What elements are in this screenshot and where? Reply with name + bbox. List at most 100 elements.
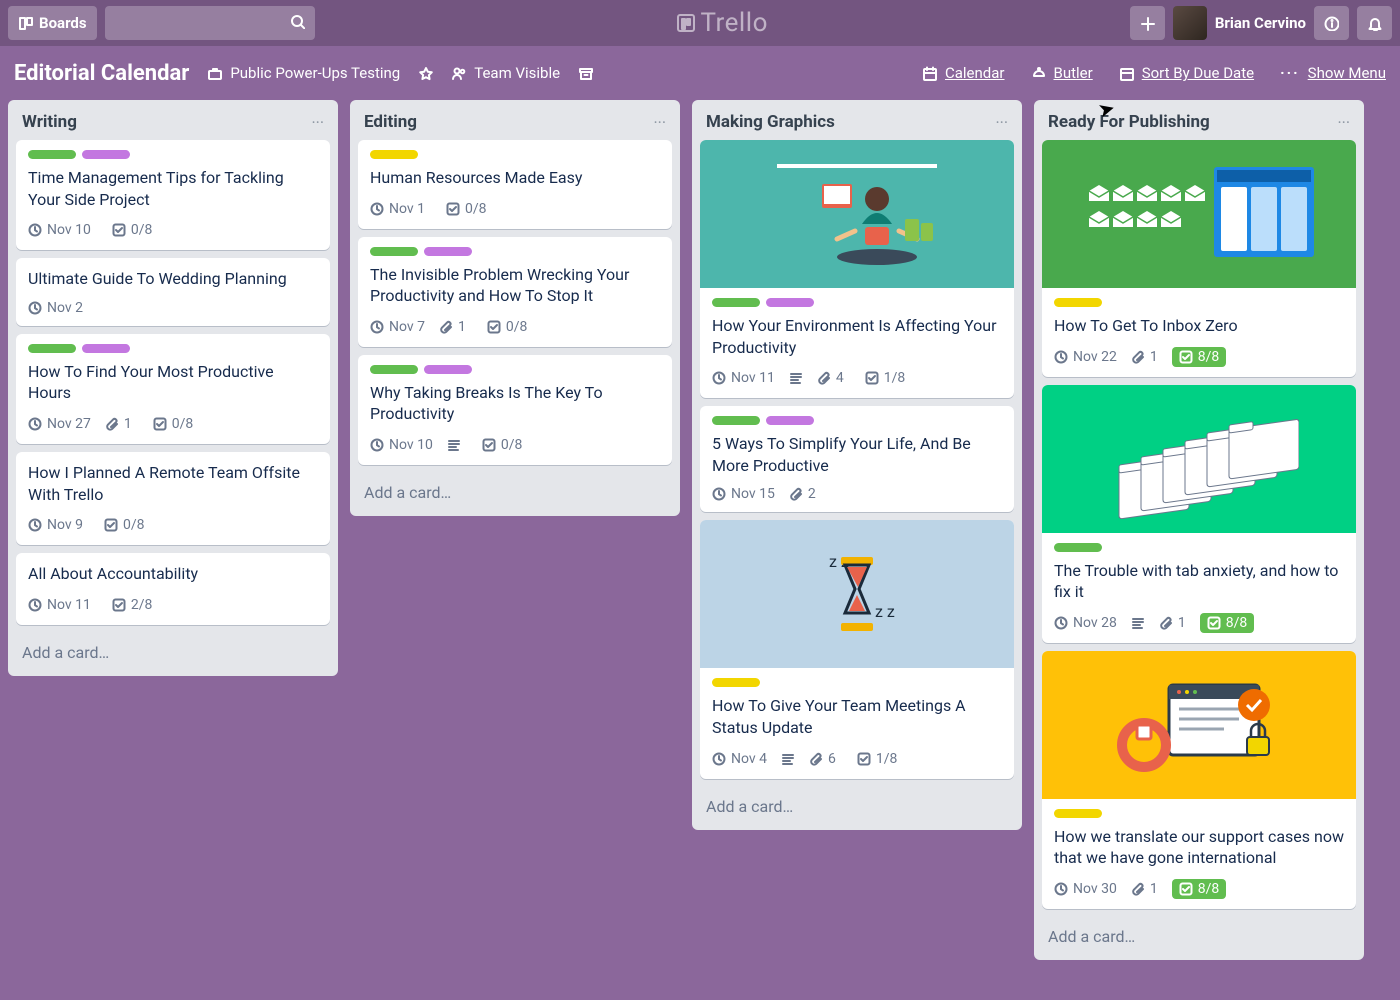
create-button[interactable] — [1130, 6, 1165, 40]
card-cover: z zz z — [700, 520, 1014, 668]
card-badges: Nov 1 0/8 — [370, 199, 660, 219]
top-nav: Boards Trello Brian Cervino — [0, 0, 1400, 46]
card[interactable]: Time Management Tips for Tackling Your S… — [16, 140, 330, 250]
checklist-badge: 2/8 — [105, 595, 160, 615]
plus-icon — [1140, 16, 1155, 31]
due-date-badge: Nov 2 — [28, 300, 83, 316]
archive-button[interactable] — [578, 66, 593, 81]
due-date-badge: Nov 1 — [370, 201, 425, 217]
card-badges: Nov 1141/8 — [712, 368, 1002, 388]
checklist-badge: 0/8 — [146, 414, 201, 434]
attachment-badge: 1 — [105, 416, 132, 432]
description-badge — [789, 371, 803, 385]
list-header: Editing ··· — [350, 100, 680, 140]
card-badges: Nov 90/8 — [28, 515, 318, 535]
calendar-button[interactable]: Calendar — [922, 64, 1005, 82]
description-badge — [447, 438, 461, 452]
list-title[interactable]: Making Graphics — [706, 112, 835, 132]
show-menu-button[interactable]: ··· Show Menu — [1280, 64, 1386, 82]
checklist-badge: 8/8 — [1172, 347, 1227, 367]
card-label — [766, 416, 814, 425]
boards-label: Boards — [39, 14, 87, 32]
add-card-button[interactable]: Add a card… — [350, 471, 680, 516]
ellipsis-icon: ··· — [1280, 64, 1300, 82]
card[interactable]: How To Get To Inbox ZeroNov 2218/8 — [1042, 140, 1356, 377]
card[interactable]: All About AccountabilityNov 112/8 — [16, 553, 330, 625]
list-header: Ready For Publishing ··· — [1034, 100, 1364, 140]
cards-container: How To Get To Inbox ZeroNov 2218/8The Tr… — [1034, 140, 1364, 915]
sort-button[interactable]: Sort By Due Date — [1119, 64, 1254, 82]
cards-container: How Your Environment Is Affecting Your P… — [692, 140, 1022, 785]
card-badges: Nov 2218/8 — [1054, 347, 1344, 367]
card-label — [712, 298, 760, 307]
card-label — [1054, 809, 1102, 818]
card-label — [766, 298, 814, 307]
svg-text:z z: z z — [875, 602, 895, 621]
add-card-button[interactable]: Add a card… — [692, 785, 1022, 830]
butler-link[interactable]: Butler — [1054, 64, 1093, 82]
list-menu-button[interactable]: ··· — [311, 113, 324, 132]
card-label — [424, 365, 472, 374]
org-button[interactable]: Public Power-Ups Testing — [207, 64, 400, 82]
board-title[interactable]: Editorial Calendar — [14, 61, 189, 86]
checklist-badge: 1/8 — [850, 749, 905, 769]
card-cover — [700, 140, 1014, 288]
card[interactable]: How Your Environment Is Affecting Your P… — [700, 140, 1014, 398]
butler-button[interactable]: Butler — [1031, 64, 1093, 82]
add-card-button[interactable]: Add a card… — [8, 631, 338, 676]
attachment-badge: 6 — [809, 751, 836, 767]
card-title: How Your Environment Is Affecting Your P… — [712, 315, 1002, 358]
card-title: Time Management Tips for Tackling Your S… — [28, 167, 318, 210]
card-labels — [712, 416, 1002, 425]
calendar-link[interactable]: Calendar — [945, 64, 1005, 82]
card-title: How we translate our support cases now t… — [1054, 826, 1344, 869]
info-button[interactable] — [1314, 6, 1349, 40]
card[interactable]: z zz zHow To Give Your Team Meetings A S… — [700, 520, 1014, 778]
card-labels — [28, 344, 318, 353]
due-date-badge: Nov 11 — [28, 597, 91, 613]
star-button[interactable] — [418, 66, 433, 81]
card-badges: Nov 461/8 — [712, 749, 1002, 769]
due-date-badge: Nov 30 — [1054, 881, 1117, 897]
card[interactable]: 5 Ways To Simplify Your Life, And Be Mor… — [700, 406, 1014, 512]
list-title[interactable]: Editing — [364, 112, 417, 132]
card[interactable]: The Trouble with tab anxiety, and how to… — [1042, 385, 1356, 643]
card-badges: Nov 11 2/8 — [28, 595, 318, 615]
boards-button[interactable]: Boards — [8, 6, 97, 40]
visibility-button[interactable]: Team Visible — [451, 64, 560, 82]
list-menu-button[interactable]: ··· — [653, 113, 666, 132]
checklist-badge: 0/8 — [439, 199, 494, 219]
card-label — [1054, 543, 1102, 552]
card-label — [82, 344, 130, 353]
search-icon — [290, 14, 305, 33]
card-label — [712, 416, 760, 425]
sort-link[interactable]: Sort By Due Date — [1142, 64, 1254, 82]
card[interactable]: How we translate our support cases now t… — [1042, 651, 1356, 909]
card[interactable]: How To Find Your Most Productive HoursNo… — [16, 334, 330, 444]
list-title[interactable]: Writing — [22, 112, 77, 132]
notifications-button[interactable] — [1357, 6, 1392, 40]
card[interactable]: Ultimate Guide To Wedding PlanningNov 2 — [16, 258, 330, 326]
card[interactable]: Human Resources Made EasyNov 10/8 — [358, 140, 672, 229]
card-title: 5 Ways To Simplify Your Life, And Be Mor… — [712, 433, 1002, 476]
avatar[interactable] — [1173, 6, 1207, 40]
due-date-badge: Nov 27 — [28, 416, 91, 432]
add-card-button[interactable]: Add a card… — [1034, 915, 1364, 960]
card-labels — [1054, 543, 1344, 552]
card[interactable]: Why Taking Breaks Is The Key To Producti… — [358, 355, 672, 465]
info-icon — [1324, 16, 1339, 31]
search-input[interactable] — [105, 6, 315, 40]
people-icon — [451, 66, 466, 81]
card[interactable]: How I Planned A Remote Team Offsite With… — [16, 452, 330, 545]
show-menu-link[interactable]: Show Menu — [1308, 64, 1386, 82]
list-header: Making Graphics ··· — [692, 100, 1022, 140]
list-menu-button[interactable]: ··· — [1337, 113, 1350, 132]
list-menu-button[interactable]: ··· — [995, 113, 1008, 132]
card[interactable]: The Invisible Problem Wrecking Your Prod… — [358, 237, 672, 347]
list-title[interactable]: Ready For Publishing — [1048, 112, 1210, 132]
due-date-badge: Nov 15 — [712, 486, 775, 502]
boards-icon — [18, 16, 33, 31]
trello-logo-text: Trello — [701, 8, 768, 38]
board-header-right: Calendar Butler Sort By Due Date ··· Sho… — [922, 64, 1386, 82]
checklist-badge: 0/8 — [475, 435, 530, 455]
